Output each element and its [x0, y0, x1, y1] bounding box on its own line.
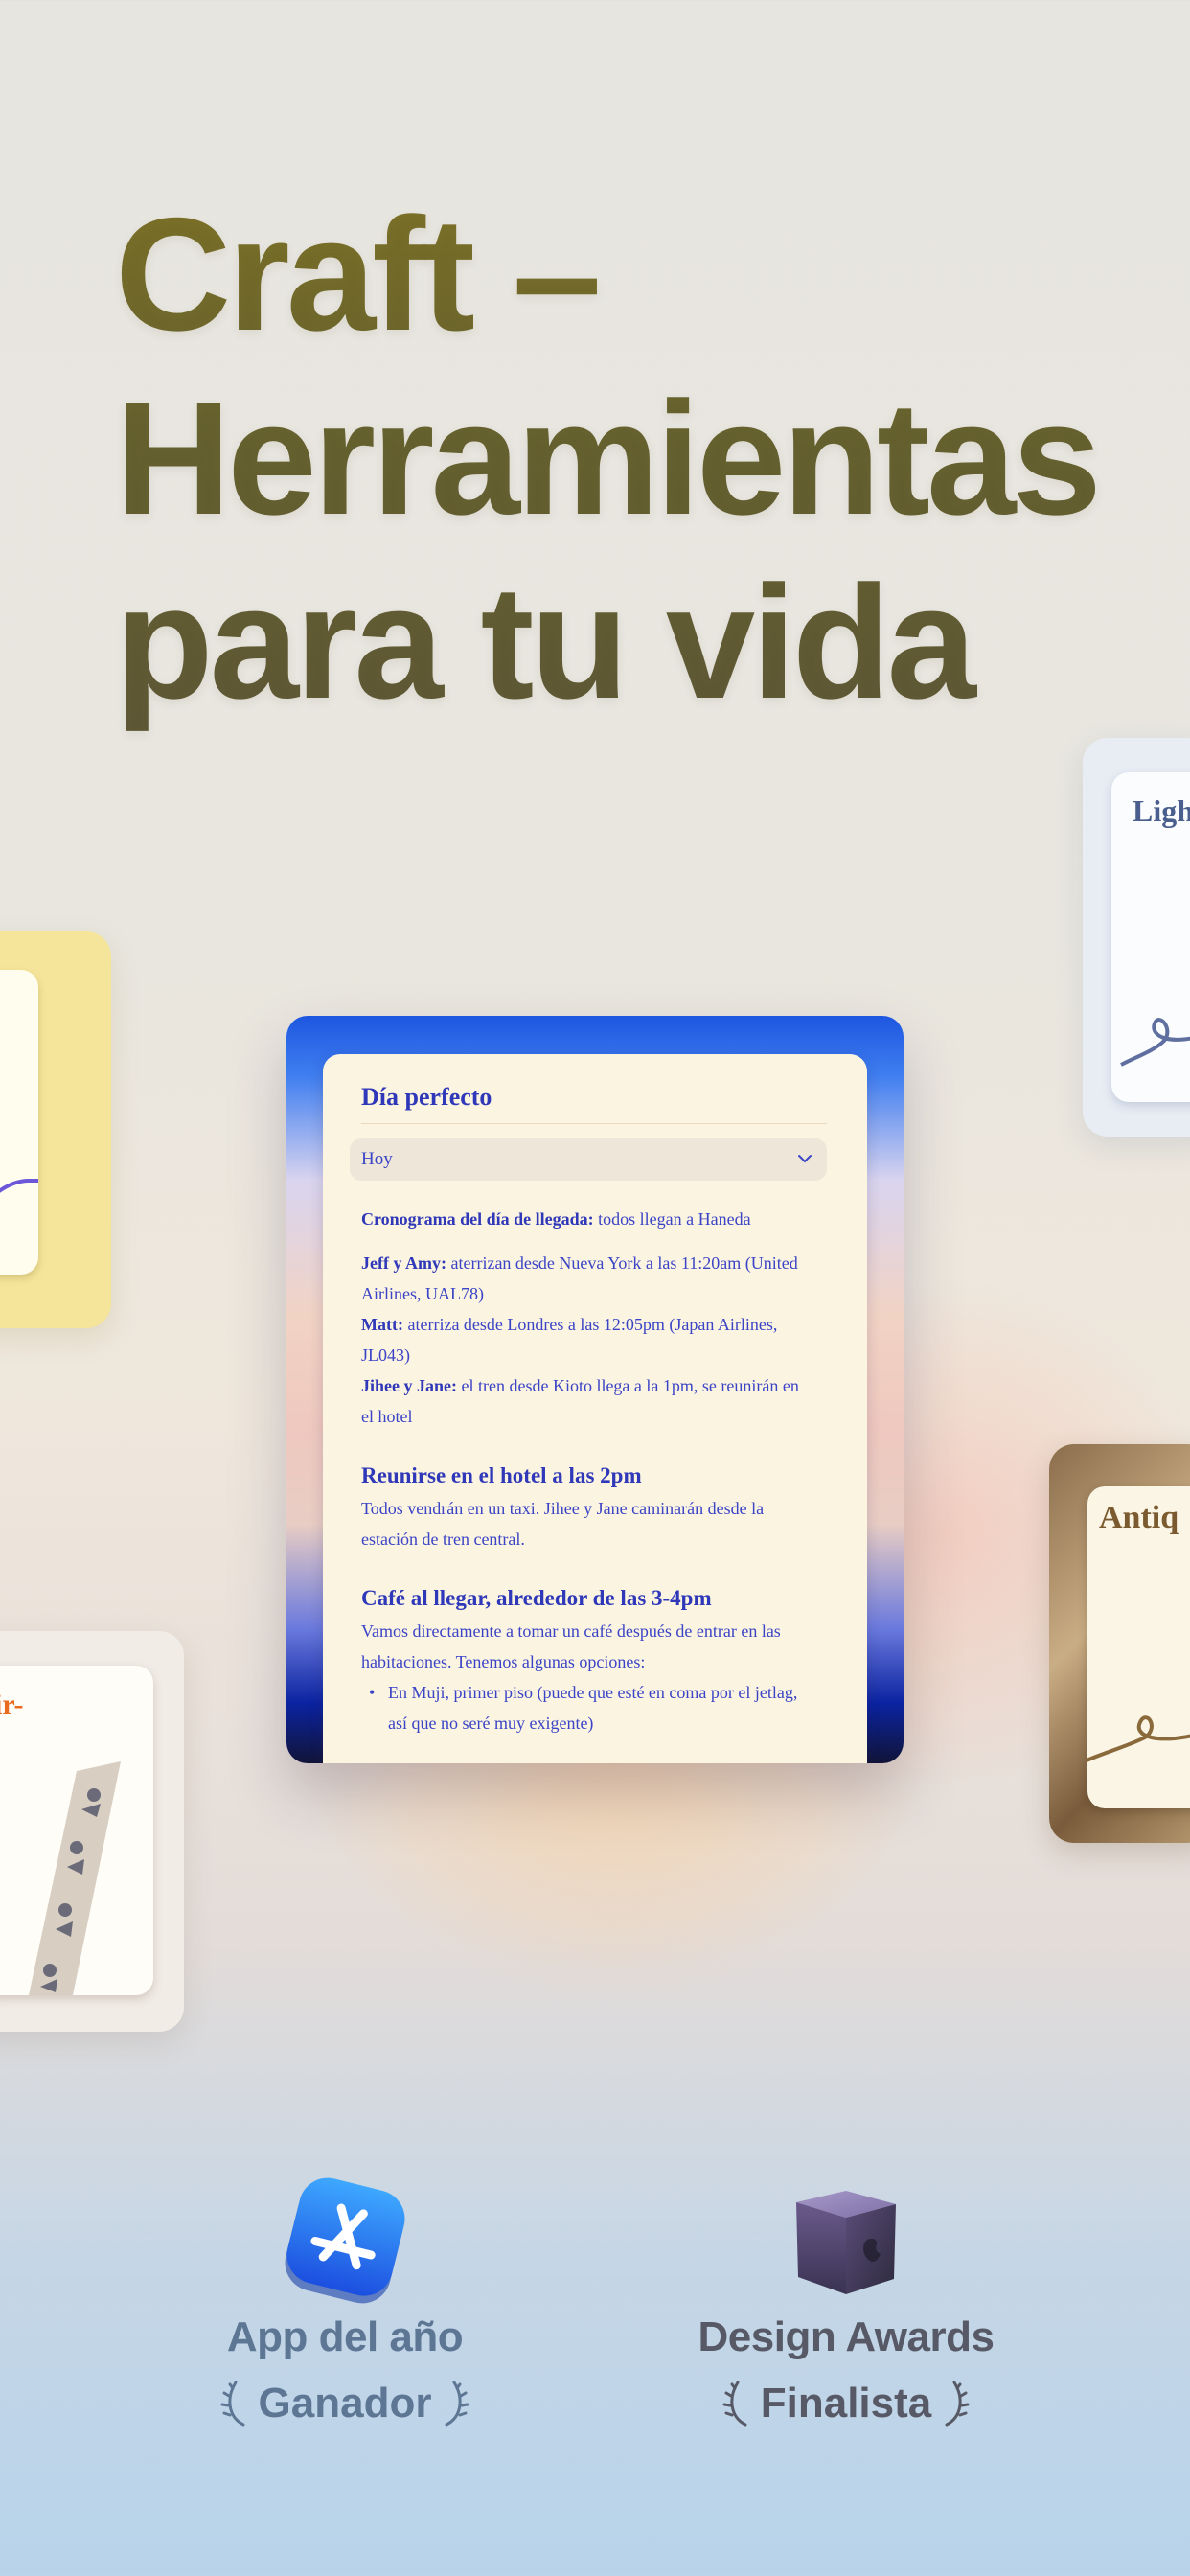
- arrival-matt: Matt: aterriza desde Londres a las 12:05…: [361, 1309, 804, 1370]
- squiggle-decoration: [1120, 1018, 1190, 1067]
- preview-card-antique: Antiq: [1049, 1444, 1190, 1843]
- document-title: Día perfecto: [361, 1083, 492, 1111]
- list-item: En Muji, primer piso (puede que esté en …: [361, 1677, 804, 1738]
- app-store-icon: [285, 2177, 405, 2304]
- laurel-left-icon: [722, 2380, 747, 2426]
- title-divider: [361, 1123, 827, 1124]
- arrival-jihee: Jihee y Jane: el tren desde Kioto llega …: [361, 1370, 804, 1432]
- award-design-awards-status-text: Finalista: [760, 2380, 932, 2426]
- award-design-awards: Design Awards Finalista: [671, 2174, 1021, 2428]
- headline-line-2: Herramientas: [115, 368, 1102, 548]
- chevron-down-icon: [798, 1155, 812, 1163]
- squiggle-decoration: [1087, 1715, 1190, 1762]
- section-text-coffee: Vamos directamente a tomar un café despu…: [361, 1622, 781, 1671]
- headline-line-1: Craft –: [115, 184, 602, 364]
- arrival-jihee-name: Jihee y Jane:: [361, 1376, 457, 1395]
- headline-line-3: para tu vida: [115, 552, 976, 732]
- preview-card-yellow-page: [0, 970, 38, 1275]
- award-design-awards-name: Design Awards: [698, 2313, 995, 2360]
- laurel-left-icon: [220, 2380, 245, 2426]
- preview-card-white-page: voir- re: [0, 1666, 153, 1995]
- document-preview-card: Día perfecto Hoy Cronograma del día de l…: [286, 1016, 904, 1763]
- arrival-matt-text: aterriza desde Londres a las 12:05pm (Ja…: [361, 1315, 778, 1365]
- date-dropdown[interactable]: Hoy: [350, 1138, 827, 1181]
- document-page: Día perfecto Hoy Cronograma del día de l…: [323, 1054, 867, 1763]
- preview-card-yellow: [0, 932, 111, 1328]
- headline: Craft – Herramientas para tu vida: [115, 182, 1102, 734]
- award-app-of-year: App del año Ganador: [182, 2174, 508, 2428]
- schedule-paragraph: Cronograma del día de llegada: todos lle…: [361, 1204, 804, 1234]
- award-app-of-year-status: Ganador: [182, 2379, 508, 2428]
- award-app-of-year-status-text: Ganador: [258, 2380, 432, 2426]
- preview-card-antique-page: Antiq: [1087, 1486, 1190, 1808]
- award-design-awards-status: Finalista: [671, 2379, 1021, 2428]
- section-heading-coffee: Café al llegar, alrededor de las 3-4pm: [361, 1586, 712, 1610]
- section-heading-hotel: Reunirse en el hotel a las 2pm: [361, 1463, 642, 1487]
- schedule-label: Cronograma del día de llegada:: [361, 1209, 594, 1229]
- preview-card-blue: Ligh: [1083, 738, 1190, 1137]
- arrival-jeff: Jeff y Amy: aterrizan desde Nueva York a…: [361, 1248, 804, 1309]
- preview-card-white: voir- re: [0, 1631, 184, 2032]
- award-app-of-year-name: App del año: [226, 2313, 464, 2360]
- laurel-right-icon: [945, 2380, 970, 2426]
- pattern-strip-image: [29, 1761, 121, 1995]
- document-body: Cronograma del día de llegada: todos lle…: [361, 1204, 804, 1738]
- arrival-matt-name: Matt:: [361, 1315, 403, 1334]
- squiggle-decoration: [0, 1179, 38, 1193]
- section-text-hotel: Todos vendrán en un taxi. Jihee y Jane c…: [361, 1499, 765, 1549]
- apple-design-cube-icon: [796, 2191, 896, 2294]
- arrival-jeff-name: Jeff y Amy:: [361, 1254, 446, 1273]
- schedule-text: todos llegan a Haneda: [593, 1209, 751, 1229]
- preview-card-blue-page: Ligh: [1111, 772, 1190, 1102]
- date-dropdown-value: Hoy: [361, 1149, 393, 1169]
- laurel-right-icon: [445, 2380, 469, 2426]
